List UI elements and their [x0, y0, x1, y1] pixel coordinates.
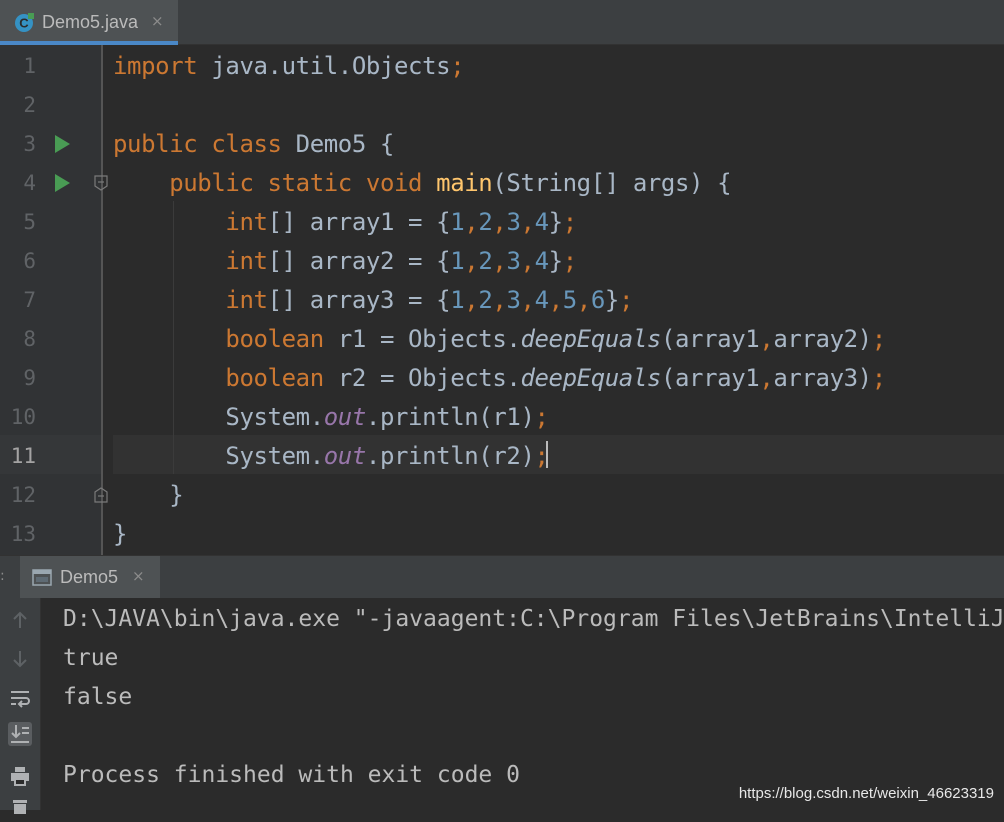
java-class-icon: C: [15, 13, 34, 32]
code-text: System.out.println(r2);: [113, 442, 549, 470]
run-tab-demo5[interactable]: Demo5 ×: [20, 556, 160, 599]
line-number: 11: [10, 444, 36, 468]
run-panel-header: : Demo5 ×: [0, 555, 1004, 599]
code-text: boolean r1 = Objects.deepEquals(array1,a…: [225, 325, 886, 353]
code-line: 7 int[] array3 = {1,2,3,4,5,6};: [0, 281, 1004, 320]
line-number: 3: [23, 132, 36, 156]
console-line: D:\JAVA\bin\java.exe "-javaagent:C:\Prog…: [63, 606, 1004, 632]
line-number: 1: [23, 54, 36, 78]
close-icon[interactable]: ×: [151, 12, 164, 30]
code-line: 12 }: [0, 476, 1004, 515]
code-line: 4 public static void main(String[] args)…: [0, 164, 1004, 203]
line-number: 4: [23, 171, 36, 195]
print-icon[interactable]: [8, 764, 32, 788]
run-main-icon[interactable]: [55, 174, 70, 192]
close-icon[interactable]: ×: [132, 567, 145, 585]
editor-tab-demo5-java[interactable]: C Demo5.java ×: [0, 0, 178, 45]
line-number: 6: [23, 249, 36, 273]
code-text: boolean r2 = Objects.deepEquals(array1,a…: [225, 364, 886, 392]
run-tab-label: Demo5: [60, 567, 119, 587]
trash-icon[interactable]: [8, 798, 32, 822]
console-line: false: [63, 684, 133, 710]
code-line: 5 int[] array1 = {1,2,3,4};: [0, 203, 1004, 242]
line-number: 13: [10, 522, 36, 546]
line-number: 7: [23, 288, 36, 312]
fold-icon[interactable]: [94, 487, 108, 503]
code-line-current: 11 System.out.println(r2);: [0, 437, 1004, 476]
console-line: true: [63, 645, 119, 671]
code-text: }: [113, 481, 184, 509]
soft-wrap-icon[interactable]: [8, 686, 32, 710]
line-number: 9: [23, 366, 36, 390]
console-icon: [32, 569, 52, 586]
code-line: 8 boolean r1 = Objects.deepEquals(array1…: [0, 320, 1004, 359]
text-caret: [546, 441, 548, 468]
code-line: 9 boolean r2 = Objects.deepEquals(array1…: [0, 359, 1004, 398]
code-text: public static void main(String[] args) {: [169, 169, 732, 197]
up-arrow-icon[interactable]: [8, 608, 32, 632]
code-text: int[] array1 = {1,2,3,4};: [225, 208, 577, 236]
run-toolbar: [0, 598, 41, 814]
code-text: public class Demo5 {: [113, 130, 394, 158]
code-line: 13 }: [0, 515, 1004, 554]
code-text: import java.util.Objects;: [113, 52, 465, 80]
fold-icon[interactable]: [94, 175, 108, 191]
line-number: 10: [10, 405, 36, 429]
code-text: }: [113, 520, 128, 548]
svg-text:C: C: [19, 16, 29, 31]
console-line: Process finished with exit code 0: [63, 762, 520, 788]
line-number: 8: [23, 327, 36, 351]
run-class-icon[interactable]: [55, 135, 70, 153]
editor-tab-bar: C Demo5.java ×: [0, 0, 1004, 45]
code-line: 2: [0, 86, 1004, 125]
code-text: int[] array3 = {1,2,3,4,5,6};: [225, 286, 634, 314]
panel-options-icon[interactable]: :: [0, 568, 5, 584]
line-number: 5: [23, 210, 36, 234]
scroll-to-end-icon[interactable]: [8, 722, 32, 746]
code-line: 1 import java.util.Objects;: [0, 47, 1004, 86]
console-output[interactable]: D:\JAVA\bin\java.exe "-javaagent:C:\Prog…: [41, 598, 1004, 810]
down-arrow-icon[interactable]: [8, 647, 32, 671]
code-text: int[] array2 = {1,2,3,4};: [225, 247, 577, 275]
line-number: 12: [10, 483, 36, 507]
editor-tab-label: Demo5.java: [42, 12, 139, 32]
code-line: 6 int[] array2 = {1,2,3,4};: [0, 242, 1004, 281]
code-line: 3 public class Demo5 {: [0, 125, 1004, 164]
line-number: 2: [23, 93, 36, 117]
watermark: https://blog.csdn.net/weixin_46623319: [738, 785, 994, 802]
code-editor[interactable]: 1 import java.util.Objects; 2 3 public c…: [0, 45, 1004, 555]
code-text: System.out.println(r1);: [113, 403, 549, 431]
code-line: 10 System.out.println(r1);: [0, 398, 1004, 437]
